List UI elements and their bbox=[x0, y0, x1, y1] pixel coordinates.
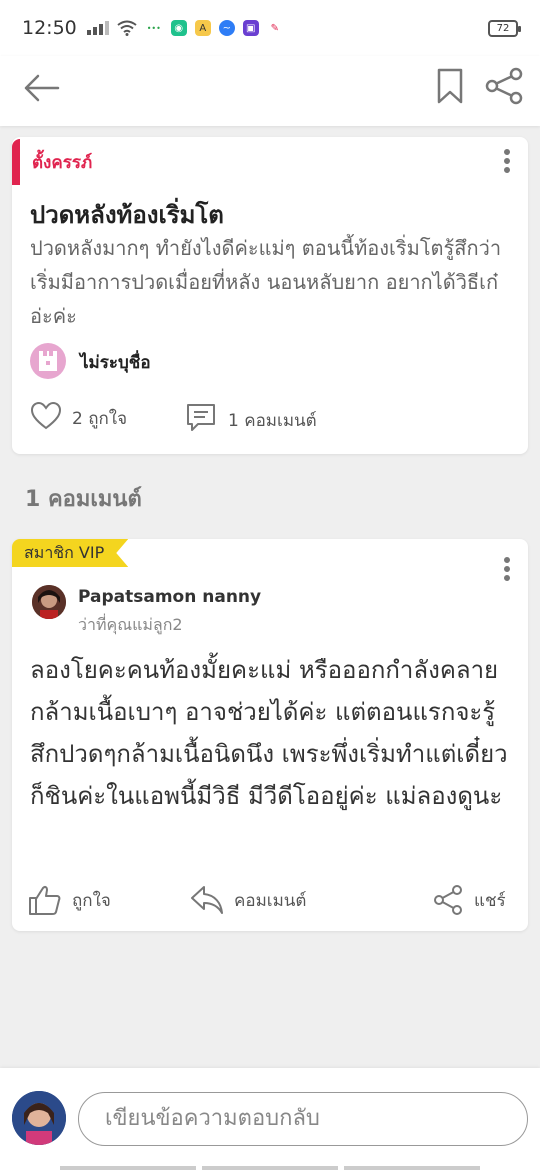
comments-count-heading: 1 คอมเมนต์ bbox=[25, 487, 142, 512]
battery-icon: 72 bbox=[488, 19, 521, 37]
line-app-icon: ••• bbox=[144, 20, 163, 36]
post-like-count[interactable]: 2 ถูกใจ bbox=[72, 405, 127, 432]
bookmark-icon[interactable] bbox=[434, 64, 466, 108]
messenger-icon: ~ bbox=[218, 20, 235, 36]
post-body: ปวดหลังมากๆ ทำยังไงดีค่ะแม่ๆ ตอนนี้ท้องเ… bbox=[30, 236, 502, 328]
post-comment-count[interactable]: 1 คอมเมนต์ bbox=[228, 407, 317, 434]
green-app-icon: ◉ bbox=[170, 20, 187, 36]
status-icons: ••• ◉ A ~ ▣ ✎ bbox=[86, 20, 283, 36]
notification-app-icon: ✎ bbox=[266, 20, 283, 36]
comment-like-label: ถูกใจ bbox=[72, 890, 111, 911]
comment-like-button[interactable]: ถูกใจ bbox=[28, 883, 111, 917]
commenter-avatar[interactable] bbox=[32, 585, 66, 619]
reply-input[interactable]: เขียนข้อความตอบกลับ bbox=[78, 1092, 528, 1146]
comment-share-label: แชร์ bbox=[474, 890, 506, 911]
comment-reply-button[interactable]: คอมเมนต์ bbox=[190, 883, 306, 917]
category-accent-bar bbox=[12, 139, 20, 185]
commenter-name[interactable]: Papatsamon nanny bbox=[78, 587, 261, 607]
category-tag[interactable]: ตั้งครรภ์ bbox=[32, 149, 92, 176]
reply-bar: เขียนข้อความตอบกลับ bbox=[0, 1068, 540, 1170]
comment-body: ลองโยคะคนท้องมั้ยคะแม่ หรือออกกำลังคลายก… bbox=[30, 656, 508, 810]
wifi-icon bbox=[117, 20, 137, 36]
system-nav-hint bbox=[60, 1166, 480, 1170]
comment-more-icon[interactable] bbox=[504, 557, 510, 584]
vip-badge: สมาชิก VIP bbox=[12, 539, 128, 567]
status-bar: 12:50 ••• ◉ A ~ ▣ ✎ 72 bbox=[0, 0, 540, 56]
post-more-icon[interactable] bbox=[504, 149, 510, 176]
commenter-subtitle: ว่าที่คุณแม่ลูก2 bbox=[78, 615, 183, 634]
reply-arrow-icon bbox=[191, 886, 223, 914]
comment-reply-label: คอมเมนต์ bbox=[234, 890, 307, 911]
thumbs-up-icon bbox=[29, 885, 61, 915]
post-card: ตั้งครรภ์ ปวดหลังท้องเริ่มโต ปวดหลังมากๆ… bbox=[12, 137, 528, 454]
post-title: ปวดหลังท้องเริ่มโต bbox=[30, 201, 224, 229]
comment-share-button[interactable]: แชร์ bbox=[432, 883, 506, 917]
signal-icon bbox=[86, 21, 109, 35]
share-icon[interactable] bbox=[482, 64, 526, 108]
yellow-app-icon: A bbox=[194, 20, 211, 36]
comment-bubble-icon[interactable] bbox=[185, 401, 217, 433]
anonymous-avatar bbox=[30, 343, 66, 379]
purple-app-icon: ▣ bbox=[242, 20, 259, 36]
back-arrow-icon[interactable] bbox=[20, 66, 64, 110]
current-user-avatar[interactable] bbox=[12, 1091, 66, 1145]
post-author: ไม่ระบุชื่อ bbox=[80, 353, 151, 373]
comment-card: สมาชิก VIP Papatsamon nanny ว่าที่คุณแม่… bbox=[12, 539, 528, 931]
heart-icon[interactable] bbox=[30, 401, 62, 431]
share-icon bbox=[434, 885, 462, 915]
top-app-bar bbox=[0, 56, 540, 126]
status-time: 12:50 bbox=[22, 17, 77, 39]
